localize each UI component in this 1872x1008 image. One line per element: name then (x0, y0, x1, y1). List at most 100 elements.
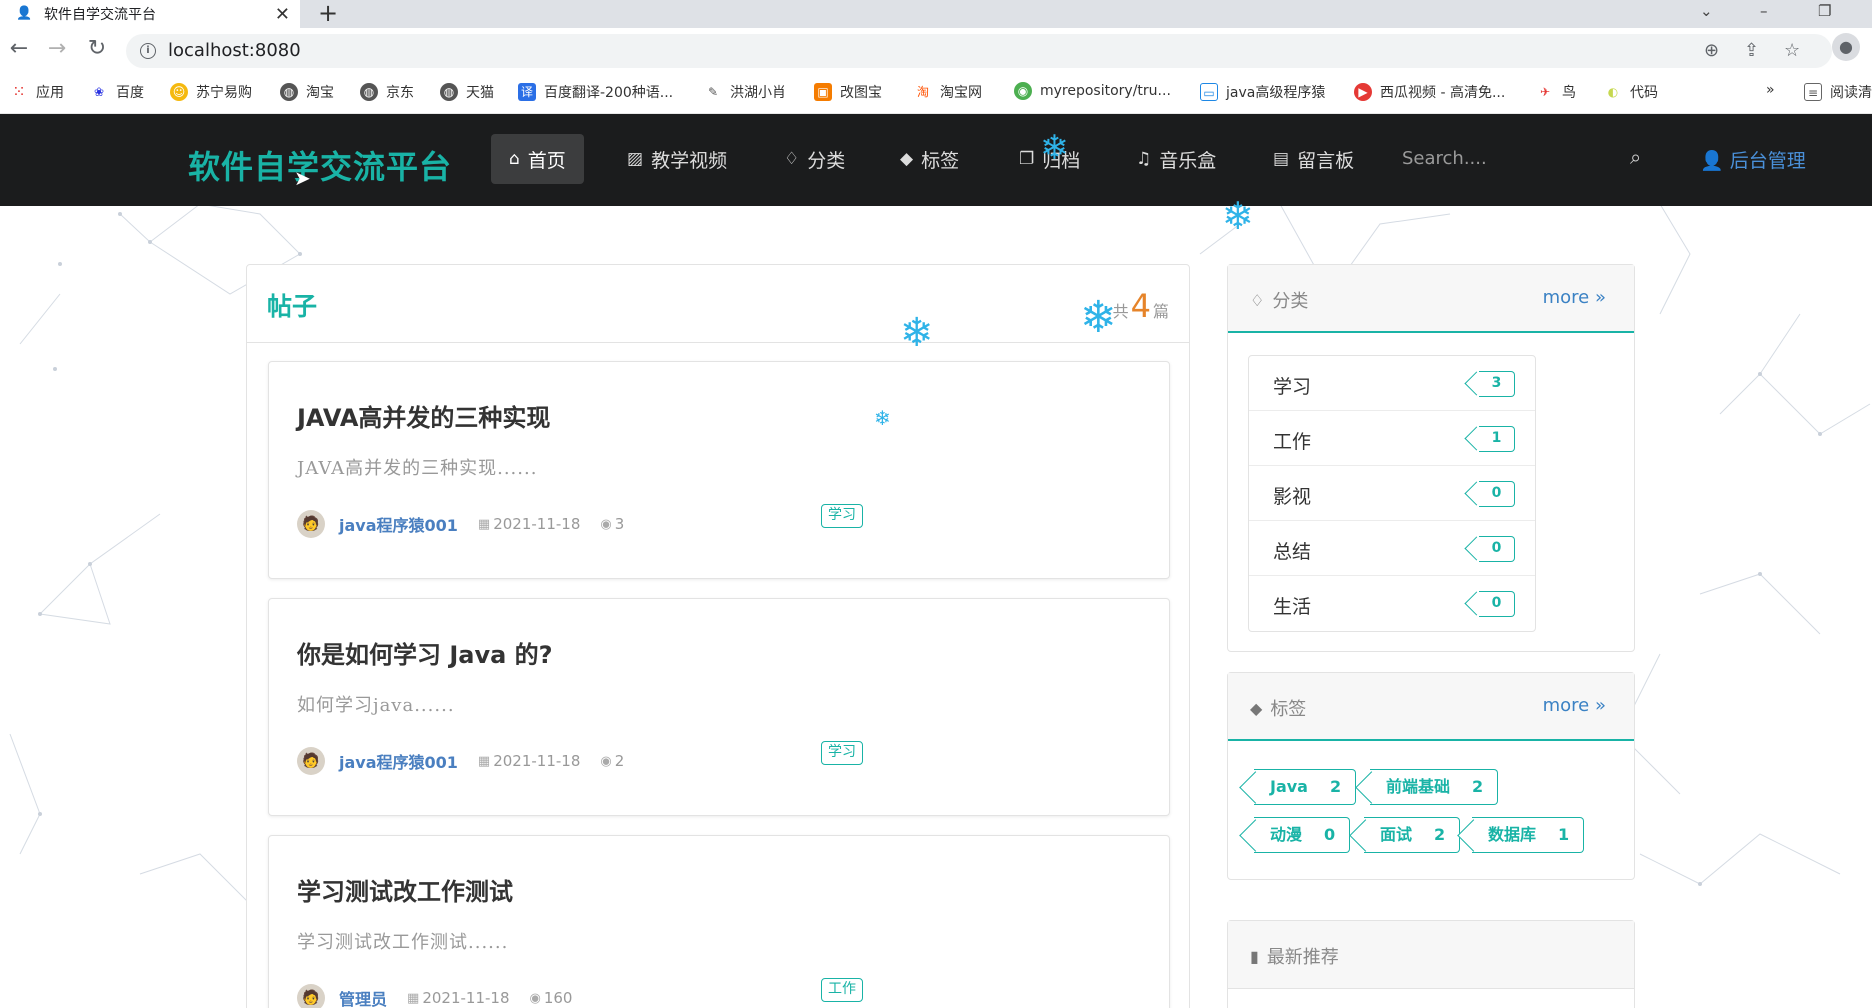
tab-search-icon[interactable]: ⌄ (1700, 2, 1713, 20)
nav-search-input[interactable]: Search.... (1402, 148, 1487, 169)
tag-chip[interactable]: 动漫 0 (1254, 817, 1351, 853)
snowflake-icon: ❄ (1222, 194, 1254, 238)
site-favicon-icon: 👤 (16, 6, 33, 21)
post-meta: 🧑 管理员 ▦ 2021-11-18 ◉ 160 (297, 982, 572, 1008)
snowflake-icon: ❄ (1040, 128, 1069, 168)
share-icon[interactable]: ⇪ (1744, 40, 1759, 61)
category-count-badge: 1 (1479, 426, 1515, 452)
lightbulb-icon: ♢ (1250, 290, 1265, 310)
post-category-tag[interactable]: 学习 (821, 504, 863, 528)
nav-categories[interactable]: ♢ 分类 (766, 134, 863, 184)
post-author[interactable]: 管理员 (339, 986, 387, 1008)
gaitubao-icon: ▣ (814, 83, 832, 101)
post-title[interactable]: 学习测试改工作测试 (297, 872, 513, 907)
bookmark-apps[interactable]: ⁙ 应用 (10, 82, 64, 102)
post-author[interactable]: java程序猿001 (339, 512, 458, 536)
category-count-badge: 0 (1479, 591, 1515, 617)
double-chevron-right-icon: » (1589, 287, 1606, 308)
forward-icon[interactable]: → (44, 36, 70, 62)
nav-music[interactable]: ♫ 音乐盒 (1118, 134, 1234, 184)
reading-list-icon: ≡ (1804, 83, 1822, 101)
more-bookmarks-icon[interactable]: » (1766, 82, 1775, 98)
post-category-tag[interactable]: 工作 (821, 978, 863, 1002)
post-author[interactable]: java程序猿001 (339, 749, 458, 773)
bookmark-baidu[interactable]: ❀ 百度 (90, 82, 144, 102)
tags-icon: ◆ (1250, 698, 1263, 718)
bookmark-code[interactable]: ◐ 代码 (1604, 82, 1658, 102)
nav-tags[interactable]: ◆ 标签 (882, 134, 977, 184)
chrome-icon: ◉ (1014, 82, 1032, 100)
author-avatar: 🧑 (297, 984, 325, 1008)
bookmark-taobao[interactable]: ◍ 淘宝 (280, 82, 334, 102)
bookmark-star-icon[interactable]: ☆ (1784, 40, 1800, 61)
bookmark-myrepository[interactable]: ◉ myrepository/tru... (1014, 82, 1171, 100)
post-title[interactable]: JAVA高并发的三种实现 (297, 398, 550, 433)
post-card[interactable]: 你是如何学习 Java 的? 如何学习java...... 🧑 java程序猿0… (268, 598, 1170, 816)
category-item[interactable]: 学习 3 (1249, 356, 1535, 411)
url-text[interactable]: localhost:8080 (168, 40, 301, 61)
nav-guestbook[interactable]: ▤ 留言板 (1255, 134, 1372, 184)
bookmark-tmall[interactable]: ◍ 天猫 (440, 82, 494, 102)
search-icon[interactable]: ⌕ (1630, 145, 1641, 169)
nav-videos[interactable]: ▨ 教学视频 (609, 134, 745, 184)
site-navbar: 软件自学交流平台 ⌂ 首页 ▨ 教学视频 ♢ 分类 ◆ 标签 ❐ 归档 ♫ 音乐盒 ▤ 留言板… (0, 114, 1872, 206)
suning-icon: ☺ (170, 83, 188, 101)
post-card[interactable]: JAVA高并发的三种实现 JAVA高并发的三种实现...... 🧑 java程序… (268, 361, 1170, 579)
bookmark-taobao-net[interactable]: 淘淘宝网 (914, 82, 982, 102)
nav-home[interactable]: ⌂ 首页 (491, 134, 584, 184)
categories-more-link[interactable]: more » (1543, 287, 1606, 308)
new-tab-icon[interactable]: + (318, 0, 338, 26)
bookmark-bird[interactable]: ✈ 鸟 (1536, 82, 1576, 102)
user-icon: 👤 (1700, 150, 1730, 172)
author-avatar: 🧑 (297, 747, 325, 775)
tag-chip[interactable]: Java 2 (1254, 769, 1357, 805)
post-title[interactable]: 你是如何学习 Java 的? (297, 635, 553, 670)
tag-chip[interactable]: 前端基础 2 (1370, 769, 1499, 805)
category-item[interactable]: 总结 0 (1249, 521, 1535, 576)
tag-chip[interactable]: 数据库 1 (1472, 817, 1585, 853)
posts-title: 帖子 (267, 292, 318, 321)
post-meta: 🧑 java程序猿001 ▦ 2021-11-18 ◉ 3 (297, 508, 624, 540)
omnibox[interactable]: i localhost:8080 ⊕ ⇪ ☆ (126, 34, 1832, 68)
browser-tab[interactable]: 👤 软件自学交流平台 ✕ (0, 0, 300, 28)
category-count-badge: 0 (1479, 481, 1515, 507)
bookmark-honghu[interactable]: ✎ 洪湖小肖 (704, 82, 786, 102)
admin-link[interactable]: 👤 后台管理 (1700, 146, 1806, 173)
restore-icon[interactable]: ❐ (1818, 2, 1831, 20)
minimize-icon[interactable]: – (1760, 2, 1768, 20)
bookmark-gaitubao[interactable]: ▣ 改图宝 (814, 82, 882, 102)
back-icon[interactable]: ← (6, 36, 32, 62)
snowflake-icon: ❄ (900, 310, 934, 356)
zoom-icon[interactable]: ⊕ (1704, 40, 1719, 61)
bookmark-suning[interactable]: ☺ 苏宁易购 (170, 82, 252, 102)
bookmarks-bar: ⁙ 应用 ❀ 百度 ☺ 苏宁易购 ◍ 淘宝 ◍ 京东 ◍ 天猫 译百度翻译-200种语...… (0, 72, 1872, 114)
post-date: 2021-11-18 (493, 752, 581, 770)
code-icon: ◐ (1604, 83, 1622, 101)
site-info-icon[interactable]: i (140, 43, 156, 59)
site-brand-logo[interactable]: 软件自学交流平台 (188, 142, 452, 188)
tab-close-icon[interactable]: ✕ (275, 4, 290, 25)
category-item[interactable]: 工作 1 (1249, 411, 1535, 466)
posts-header: 帖子 共 4 篇 (247, 265, 1189, 343)
tags-more-link[interactable]: more » (1543, 695, 1606, 716)
translate-icon: 译 (518, 83, 536, 101)
bookmark-xigua[interactable]: ▶ 西瓜视频 - 高清免... (1354, 82, 1505, 102)
tag-chip[interactable]: 面试 2 (1364, 817, 1461, 853)
category-item[interactable]: 影视 0 (1249, 466, 1535, 521)
post-card[interactable]: 学习测试改工作测试 学习测试改工作测试...... 🧑 管理员 ▦ 2021-1… (268, 835, 1170, 1008)
web-page: 软件自学交流平台 ⌂ 首页 ▨ 教学视频 ♢ 分类 ◆ 标签 ❐ 归档 ♫ 音乐盒 ▤ 留言板… (0, 114, 1872, 1008)
home-icon: ⌂ (509, 149, 520, 169)
reading-list[interactable]: ≡ 阅读清 (1804, 82, 1872, 102)
post-views: 160 (543, 989, 573, 1007)
bookmark-jd[interactable]: ◍ 京东 (360, 82, 414, 102)
category-item[interactable]: 生活 0 (1249, 576, 1535, 631)
reload-icon[interactable]: ↻ (84, 36, 110, 62)
profile-avatar-icon[interactable]: ● (1832, 33, 1860, 61)
image-icon: ▨ (627, 149, 644, 169)
bookmark-java-senior[interactable]: ▭ java高级程序猿 (1200, 82, 1325, 102)
calendar-icon: ▦ (407, 990, 420, 1006)
clone-icon: ❐ (1019, 149, 1035, 169)
post-category-tag[interactable]: 学习 (821, 741, 863, 765)
author-avatar: 🧑 (297, 510, 325, 538)
bookmark-baidu-translate[interactable]: 译百度翻译-200种语... (518, 82, 673, 102)
